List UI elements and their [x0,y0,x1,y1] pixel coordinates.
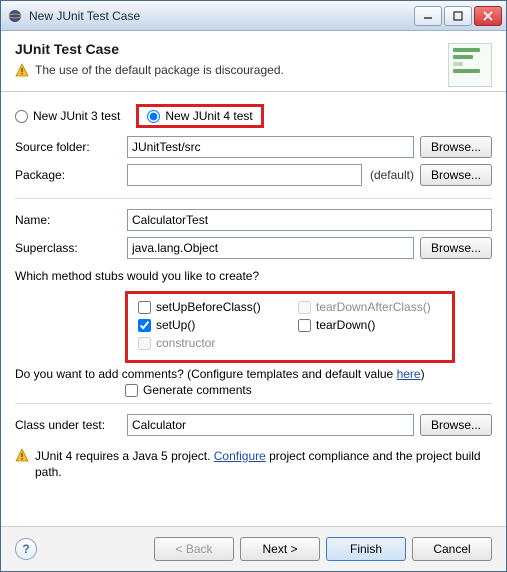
package-default-suffix: (default) [370,168,414,182]
source-folder-input[interactable] [127,136,414,158]
stubs-question: Which method stubs would you like to cre… [15,269,492,283]
back-button: < Back [154,537,234,561]
package-input[interactable] [127,164,362,186]
eclipse-icon [7,8,23,24]
configure-compliance-link[interactable]: Configure [214,449,266,463]
radio-junit3[interactable]: New JUnit 3 test [15,109,120,123]
help-button[interactable]: ? [15,538,37,560]
checkbox-setup-input[interactable] [138,319,151,332]
page-title: JUnit Test Case [15,41,492,57]
stubs-group: setUpBeforeClass() tearDownAfterClass() … [125,291,455,363]
dialog-footer: ? < Back Next > Finish Cancel [1,526,506,571]
checkbox-setupbeforeclass-input[interactable] [138,301,151,314]
maximize-button[interactable] [444,6,472,26]
next-button[interactable]: Next > [240,537,320,561]
checkbox-teardownafterclass: tearDownAfterClass() [298,300,438,314]
radio-junit4[interactable]: New JUnit 4 test [147,109,252,123]
highlight-junit4: New JUnit 4 test [136,104,263,128]
checkbox-constructor-label: constructor [156,336,215,350]
browse-superclass-button[interactable]: Browse... [420,237,492,259]
name-input[interactable] [127,209,492,231]
cancel-button[interactable]: Cancel [412,537,492,561]
window-title: New JUnit Test Case [29,9,414,23]
package-label: Package: [15,168,121,182]
radio-junit4-label: New JUnit 4 test [165,109,252,123]
superclass-label: Superclass: [15,241,121,255]
source-folder-label: Source folder: [15,140,121,154]
divider [15,403,492,404]
checkbox-setupbeforeclass[interactable]: setUpBeforeClass() [138,300,278,314]
superclass-input[interactable] [127,237,414,259]
browse-package-button[interactable]: Browse... [420,164,492,186]
class-under-test-input[interactable] [127,414,414,436]
browse-source-folder-button[interactable]: Browse... [420,136,492,158]
checkbox-setup-label: setUp() [156,318,195,332]
radio-junit3-label: New JUnit 3 test [33,109,120,123]
warning-icon [15,448,29,462]
browse-class-under-test-button[interactable]: Browse... [420,414,492,436]
divider [15,198,492,199]
name-label: Name: [15,213,121,227]
warning-icon [15,63,29,77]
comments-question: Do you want to add comments? (Configure … [15,367,492,381]
warning-text: The use of the default package is discou… [35,63,284,77]
checkbox-setup[interactable]: setUp() [138,318,278,332]
class-under-test-label: Class under test: [15,418,121,432]
close-button[interactable] [474,6,502,26]
checkbox-constructor-input [138,337,151,350]
title-bar: New JUnit Test Case [1,1,506,31]
checkbox-generate-comments[interactable]: Generate comments [125,383,492,397]
checkbox-generate-comments-label: Generate comments [143,383,252,397]
radio-junit4-input[interactable] [147,110,160,123]
checkbox-constructor: constructor [138,336,278,350]
checkbox-setupbeforeclass-label: setUpBeforeClass() [156,300,261,314]
checkbox-teardownafterclass-label: tearDownAfterClass() [316,300,431,314]
dialog-content: New JUnit 3 test New JUnit 4 test Source… [1,92,506,526]
finish-button[interactable]: Finish [326,537,406,561]
minimize-button[interactable] [414,6,442,26]
compliance-warning: JUnit 4 requires a Java 5 project. Confi… [15,448,492,480]
checkbox-teardown-label: tearDown() [316,318,375,332]
checkbox-teardown-input[interactable] [298,319,311,332]
radio-junit3-input[interactable] [15,110,28,123]
checkbox-teardown[interactable]: tearDown() [298,318,438,332]
junit-wizard-icon [448,43,492,87]
checkbox-teardownafterclass-input [298,301,311,314]
dialog-header: JUnit Test Case The use of the default p… [1,31,506,92]
checkbox-generate-comments-input[interactable] [125,384,138,397]
configure-templates-link[interactable]: here [397,367,421,381]
